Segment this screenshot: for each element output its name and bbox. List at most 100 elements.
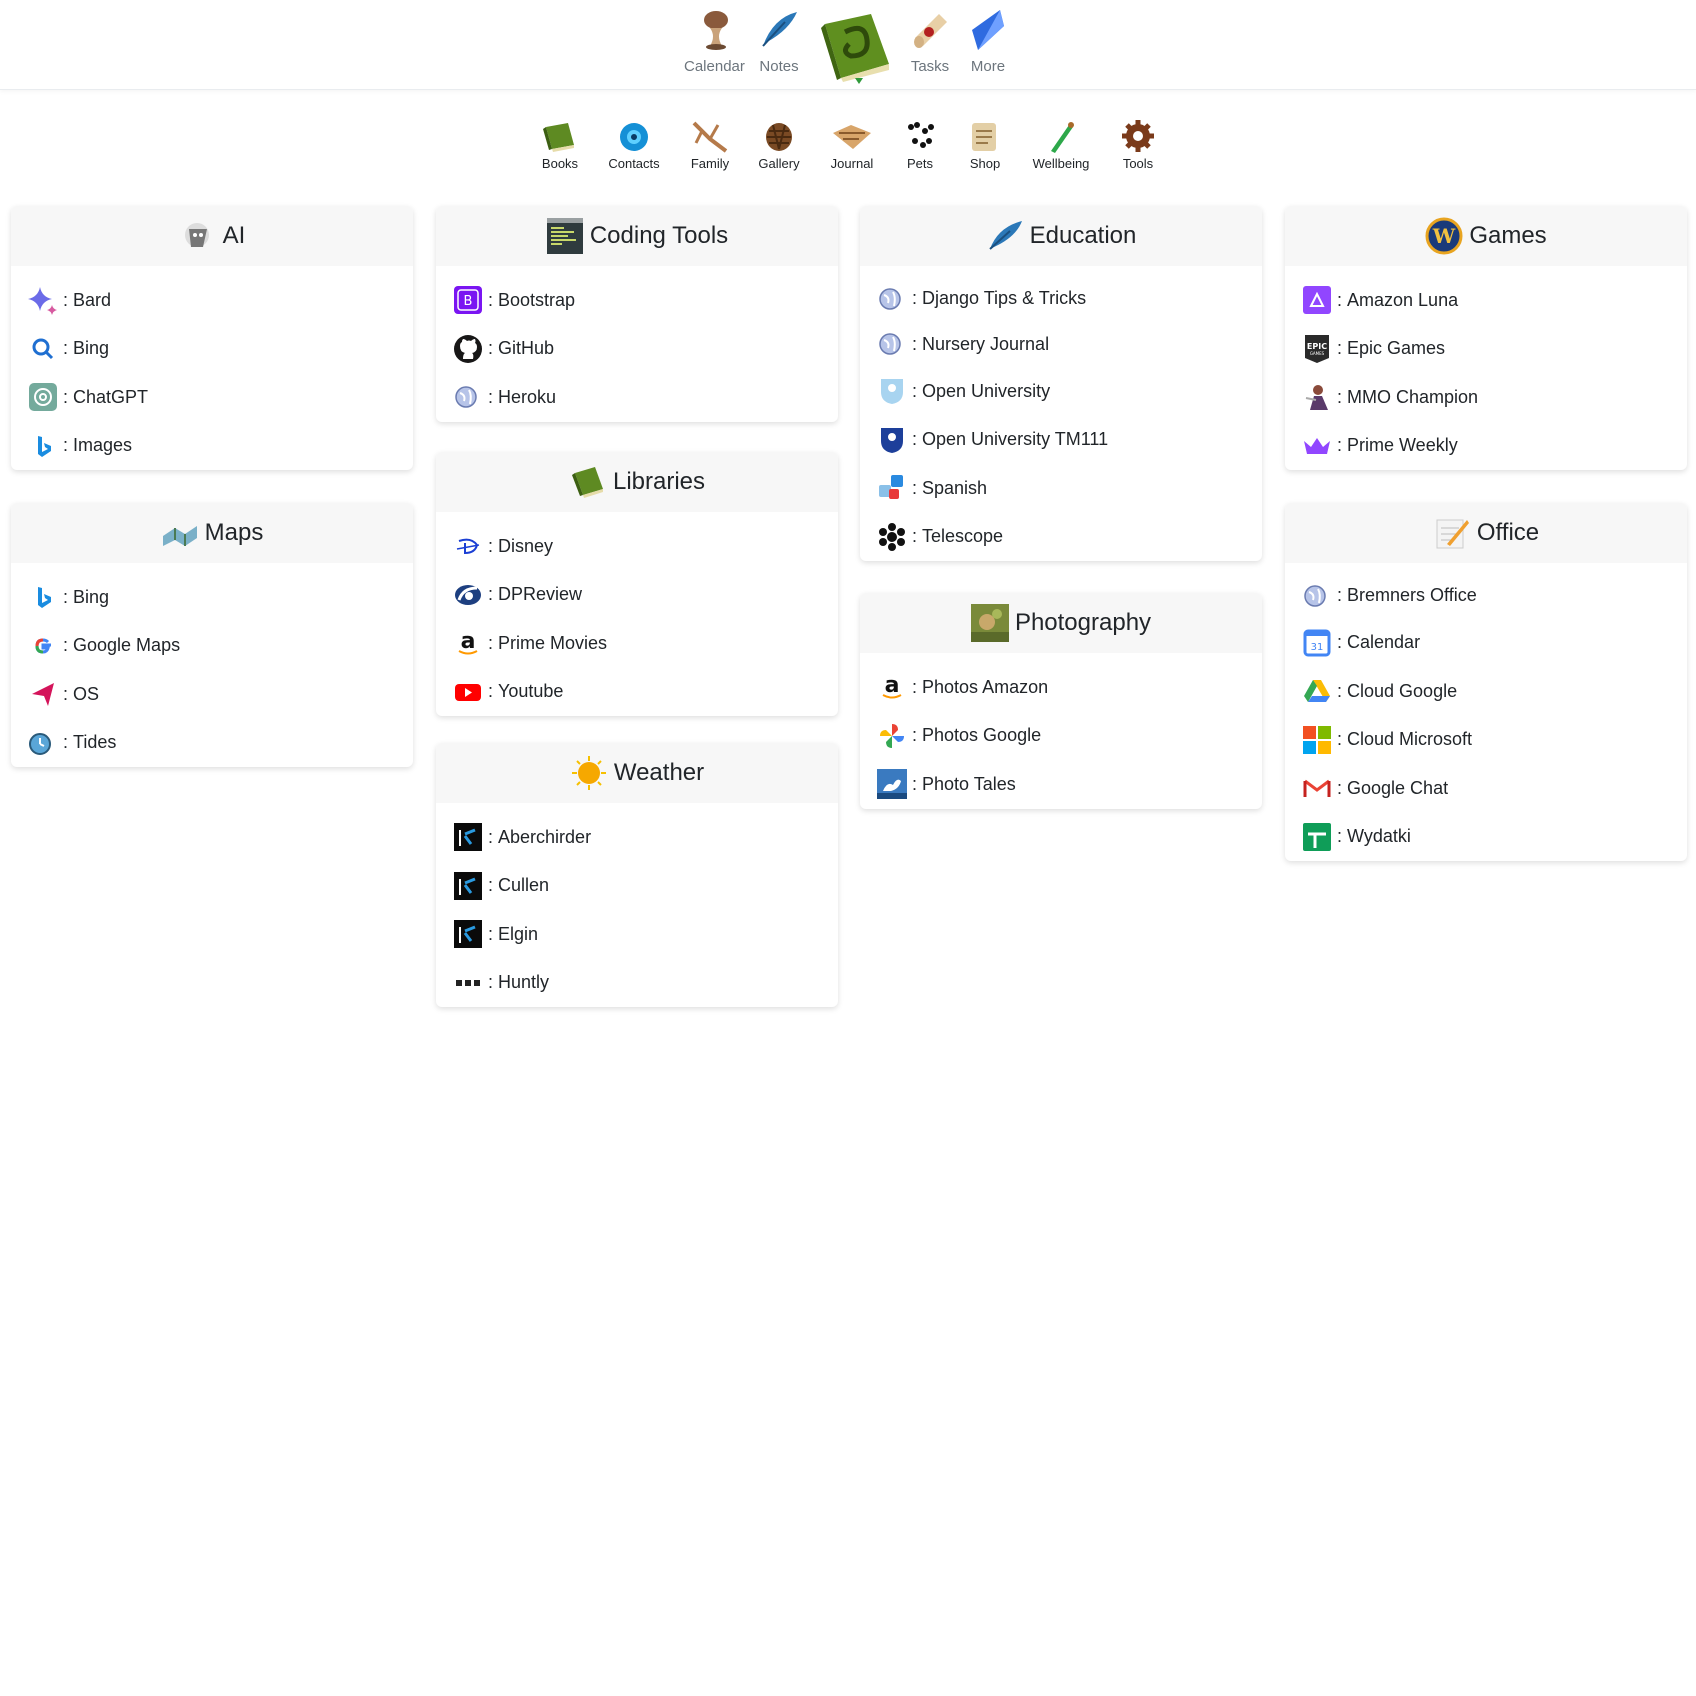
subnav-tools[interactable]: Tools	[1121, 119, 1155, 171]
link-django-tips[interactable]: : Django Tips & Tricks	[877, 276, 1245, 322]
subnav-label: Family	[690, 156, 730, 171]
link-label: Spanish	[922, 477, 988, 498]
link-images[interactable]: : Images	[28, 422, 396, 471]
link-photos-amazon[interactable]: a : Photos Amazon	[877, 663, 1245, 712]
eye-orb-icon	[620, 123, 648, 151]
separator: :	[1337, 435, 1343, 456]
link-nursery-journal[interactable]: : Nursery Journal	[877, 322, 1245, 368]
top-nav-calendar[interactable]: Calendar	[684, 8, 745, 75]
link-cullen[interactable]: : Cullen	[453, 862, 821, 911]
link-photo-tales[interactable]: : Photo Tales	[877, 760, 1245, 809]
svg-text:a: a	[885, 673, 900, 698]
link-huntly[interactable]: : Huntly	[453, 959, 821, 1008]
gmail-icon	[1302, 773, 1332, 803]
subnav-contacts[interactable]: Contacts	[606, 119, 662, 171]
github-icon	[453, 334, 483, 364]
separator: :	[488, 584, 494, 605]
link-heroku[interactable]: : Heroku	[453, 373, 821, 422]
separator: :	[63, 386, 69, 407]
separator: :	[1337, 289, 1343, 310]
link-bard[interactable]: : Bard	[28, 276, 396, 325]
link-label: ChatGPT	[73, 386, 149, 407]
subnav-family[interactable]: Family	[688, 119, 732, 171]
link-photos-google[interactable]: : Photos Google	[877, 712, 1245, 761]
link-dpreview[interactable]: : DPReview	[453, 571, 821, 620]
link-bootstrap[interactable]: B : Bootstrap	[453, 276, 821, 325]
separator: :	[1337, 826, 1343, 847]
link-cloud-google[interactable]: : Cloud Google	[1302, 667, 1670, 716]
subnav-journal[interactable]: Journal	[829, 119, 875, 171]
link-mmo-champion[interactable]: : MMO Champion	[1302, 373, 1670, 422]
top-nav-label: Tasks	[910, 58, 950, 75]
link-cloud-microsoft[interactable]: : Cloud Microsoft	[1302, 716, 1670, 765]
link-amazon-luna[interactable]: : Amazon Luna	[1302, 276, 1670, 325]
link-os[interactable]: : OS	[28, 670, 396, 719]
book-icon	[569, 463, 607, 501]
separator: :	[912, 477, 918, 498]
os-arrow-icon	[28, 679, 58, 709]
link-label: Calendar	[1347, 632, 1421, 653]
link-label: Amazon Luna	[1347, 289, 1459, 310]
link-tides[interactable]: : Tides	[28, 719, 396, 768]
disney-icon	[453, 531, 483, 561]
link-telescope[interactable]: : Telescope	[877, 513, 1245, 562]
link-spanish[interactable]: : Spanish	[877, 464, 1245, 513]
bing-logo-icon	[28, 431, 58, 461]
link-label: Photos Amazon	[922, 676, 1049, 697]
link-label: DPReview	[498, 584, 583, 605]
link-elgin[interactable]: : Elgin	[453, 910, 821, 959]
svg-text:GAMES: GAMES	[1310, 351, 1325, 356]
quill-icon	[986, 217, 1024, 255]
spellbook-logo[interactable]	[815, 8, 897, 84]
crown-icon	[1302, 431, 1332, 461]
top-nav-notes[interactable]: Notes	[755, 8, 803, 75]
link-wydatki[interactable]: : Wydatki	[1302, 813, 1670, 862]
separator: :	[488, 338, 494, 359]
link-open-university-tm111[interactable]: : Open University TM111	[877, 416, 1245, 465]
link-label: Google Maps	[73, 635, 181, 656]
link-epic-games[interactable]: EPIC GAMES : Epic Games	[1302, 325, 1670, 374]
link-label: Images	[73, 435, 133, 456]
link-open-university[interactable]: : Open University	[877, 367, 1245, 416]
subnav-shop[interactable]: Shop	[966, 119, 1004, 171]
link-github[interactable]: : GitHub	[453, 325, 821, 374]
card-coding-tools: Coding Tools B : Bootstrap : GitHub : He…	[436, 206, 838, 422]
link-label: MMO Champion	[1347, 386, 1479, 407]
subnav-wellbeing[interactable]: Wellbeing	[1031, 119, 1091, 171]
link-chatgpt[interactable]: : ChatGPT	[28, 373, 396, 422]
separator: :	[63, 732, 69, 753]
hexagon-cluster-icon	[877, 522, 907, 552]
scroll-icon	[914, 14, 947, 48]
youtube-icon	[453, 677, 483, 707]
link-prime-movies[interactable]: a : Prime Movies	[453, 619, 821, 668]
top-nav-tasks[interactable]: Tasks	[905, 8, 955, 75]
link-google-chat[interactable]: : Google Chat	[1302, 764, 1670, 813]
link-label: Bing	[73, 338, 110, 359]
separator: :	[912, 773, 918, 794]
link-google-maps[interactable]: : Google Maps	[28, 622, 396, 671]
subnav-books[interactable]: Books	[538, 119, 582, 171]
amazon-icon: a	[453, 628, 483, 658]
card-games: W Games : Amazon Luna EPIC GAMES : Epic G…	[1285, 206, 1687, 470]
map-icon	[161, 514, 199, 552]
link-calendar[interactable]: 31 : Calendar	[1302, 619, 1670, 668]
separator: :	[488, 289, 494, 310]
quill-icon	[762, 12, 797, 47]
link-disney[interactable]: : Disney	[453, 522, 821, 571]
subnav-gallery[interactable]: Gallery	[757, 119, 801, 171]
link-bing-maps[interactable]: : Bing	[28, 573, 396, 622]
card-title: Weather	[613, 759, 705, 786]
subnav-label: Gallery	[758, 156, 800, 171]
top-nav-more[interactable]: More	[964, 8, 1012, 75]
link-aberchirder[interactable]: : Aberchirder	[453, 813, 821, 862]
card-title: Education	[1029, 222, 1137, 249]
subnav-pets[interactable]: Pets	[903, 119, 937, 171]
link-youtube[interactable]: : Youtube	[453, 668, 821, 717]
card-header: Weather	[436, 743, 838, 803]
link-bremners-office[interactable]: : Bremners Office	[1302, 573, 1670, 619]
link-label: Django Tips & Tricks	[922, 288, 1087, 309]
card-title: Coding Tools	[589, 222, 729, 249]
link-bing[interactable]: : Bing	[28, 325, 396, 374]
link-prime-weekly[interactable]: : Prime Weekly	[1302, 422, 1670, 471]
card-title: Games	[1469, 222, 1547, 249]
